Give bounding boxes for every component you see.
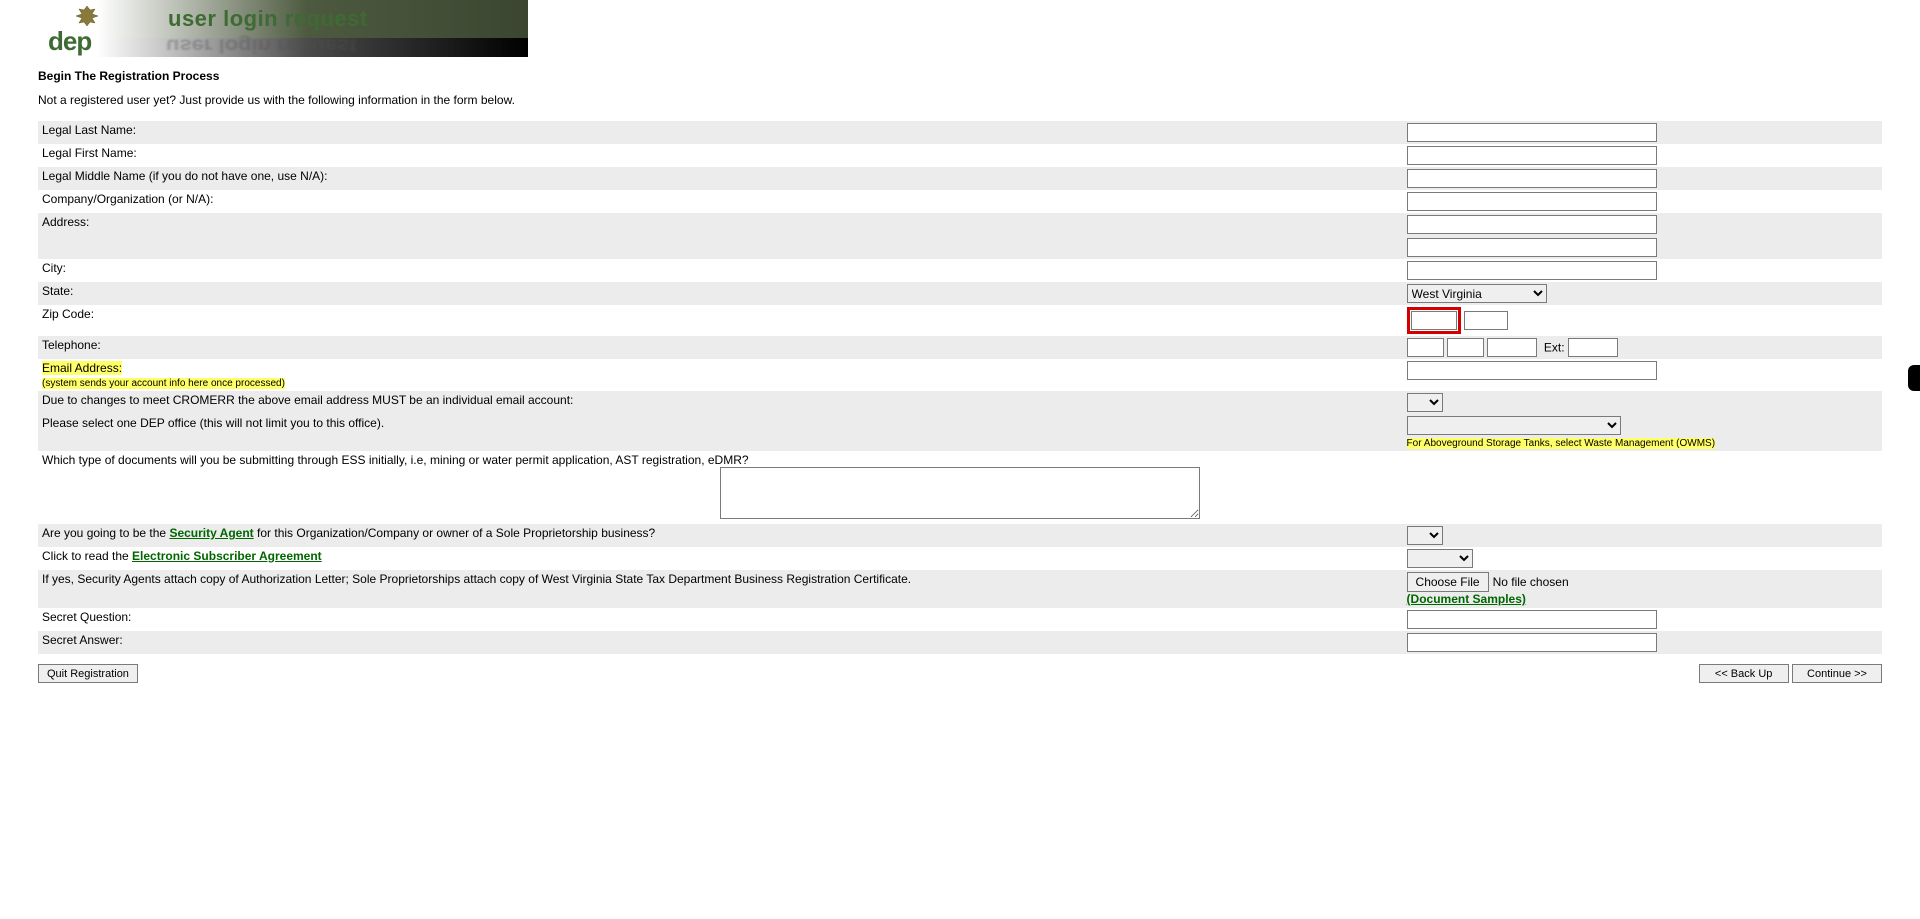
label-first-name: Legal First Name: [38, 144, 1403, 167]
choose-file-button[interactable]: Choose File [1407, 572, 1489, 592]
registration-form: Legal Last Name: Legal First Name: Legal… [38, 121, 1882, 654]
label-doc-types: Which type of documents will you be subm… [42, 453, 749, 467]
back-button[interactable]: << Back Up [1699, 664, 1789, 683]
zip4-input[interactable] [1464, 311, 1508, 330]
intro-text: Not a registered user yet? Just provide … [38, 93, 1882, 107]
label-attach: If yes, Security Agents attach copy of A… [38, 570, 1403, 608]
zip-highlight-box [1407, 307, 1461, 334]
banner: dep user login request user login reques… [38, 0, 528, 57]
label-zip: Zip Code: [38, 305, 1403, 336]
dep-logo-text: dep [48, 26, 91, 57]
security-agent-link[interactable]: Security Agent [169, 526, 253, 540]
label-last-name: Legal Last Name: [38, 121, 1403, 144]
label-middle-name: Legal Middle Name (if you do not have on… [38, 167, 1403, 190]
label-state: State: [38, 282, 1403, 305]
label-city: City: [38, 259, 1403, 282]
continue-button[interactable]: Continue >> [1792, 664, 1882, 683]
esa-select[interactable] [1407, 549, 1473, 568]
label-esa-pre: Click to read the [42, 549, 132, 563]
label-ext: Ext: [1544, 341, 1565, 355]
file-chosen-text: No file chosen [1493, 575, 1569, 589]
dep-office-note: For Aboveground Storage Tanks, select Wa… [1407, 438, 1715, 449]
label-email-cell: Email Address: (system sends your accoun… [38, 359, 1403, 391]
label-security-agent-pre: Are you going to be the [42, 526, 169, 540]
zip5-input[interactable] [1411, 311, 1457, 330]
company-input[interactable] [1407, 192, 1657, 211]
label-security-agent-post: for this Organization/Company or owner o… [254, 526, 656, 540]
secret-question-input[interactable] [1407, 610, 1657, 629]
secret-answer-input[interactable] [1407, 633, 1657, 652]
label-address: Address: [38, 213, 1403, 236]
city-input[interactable] [1407, 261, 1657, 280]
esa-link[interactable]: Electronic Subscriber Agreement [132, 549, 322, 563]
tel2-input[interactable] [1447, 338, 1484, 357]
label-company: Company/Organization (or N/A): [38, 190, 1403, 213]
label-secret-q: Secret Question: [38, 608, 1403, 631]
address1-input[interactable] [1407, 215, 1657, 234]
cromerr-select[interactable] [1407, 393, 1443, 412]
footer-row: Quit Registration << Back Up Continue >> [38, 664, 1882, 683]
label-telephone: Telephone: [38, 336, 1403, 359]
label-dep-office: Please select one DEP office (this will … [38, 414, 1403, 451]
label-secret-a: Secret Answer: [38, 631, 1403, 654]
security-agent-row: Are you going to be the Security Agent f… [38, 524, 1403, 547]
label-cromerr: Due to changes to meet CROMERR the above… [38, 391, 1403, 414]
banner-title-reflection: user login request [166, 34, 357, 57]
leaf-icon [73, 4, 101, 28]
label-email-note: (system sends your account info here onc… [42, 378, 285, 389]
last-name-input[interactable] [1407, 123, 1657, 142]
dep-logo: dep [48, 4, 143, 54]
tel3-input[interactable] [1487, 338, 1537, 357]
doc-types-textarea[interactable] [720, 467, 1200, 519]
tel1-input[interactable] [1407, 338, 1444, 357]
label-email: Email Address: [42, 361, 122, 375]
section-title: Begin The Registration Process [38, 69, 1882, 83]
quit-registration-button[interactable]: Quit Registration [38, 664, 138, 683]
first-name-input[interactable] [1407, 146, 1657, 165]
middle-name-input[interactable] [1407, 169, 1657, 188]
document-samples-link[interactable]: (Document Samples) [1407, 592, 1526, 606]
ext-input[interactable] [1568, 338, 1618, 357]
doc-types-row: Which type of documents will you be subm… [38, 451, 1882, 524]
banner-title: user login request [168, 6, 368, 32]
email-input[interactable] [1407, 361, 1657, 380]
label-address2 [38, 236, 1403, 259]
dep-office-select[interactable] [1407, 416, 1621, 435]
esa-row: Click to read the Electronic Subscriber … [38, 547, 1403, 570]
state-select[interactable]: West Virginia [1407, 284, 1547, 303]
security-agent-select[interactable] [1407, 526, 1443, 545]
address2-input[interactable] [1407, 238, 1657, 257]
side-handle-icon[interactable] [1908, 365, 1920, 391]
